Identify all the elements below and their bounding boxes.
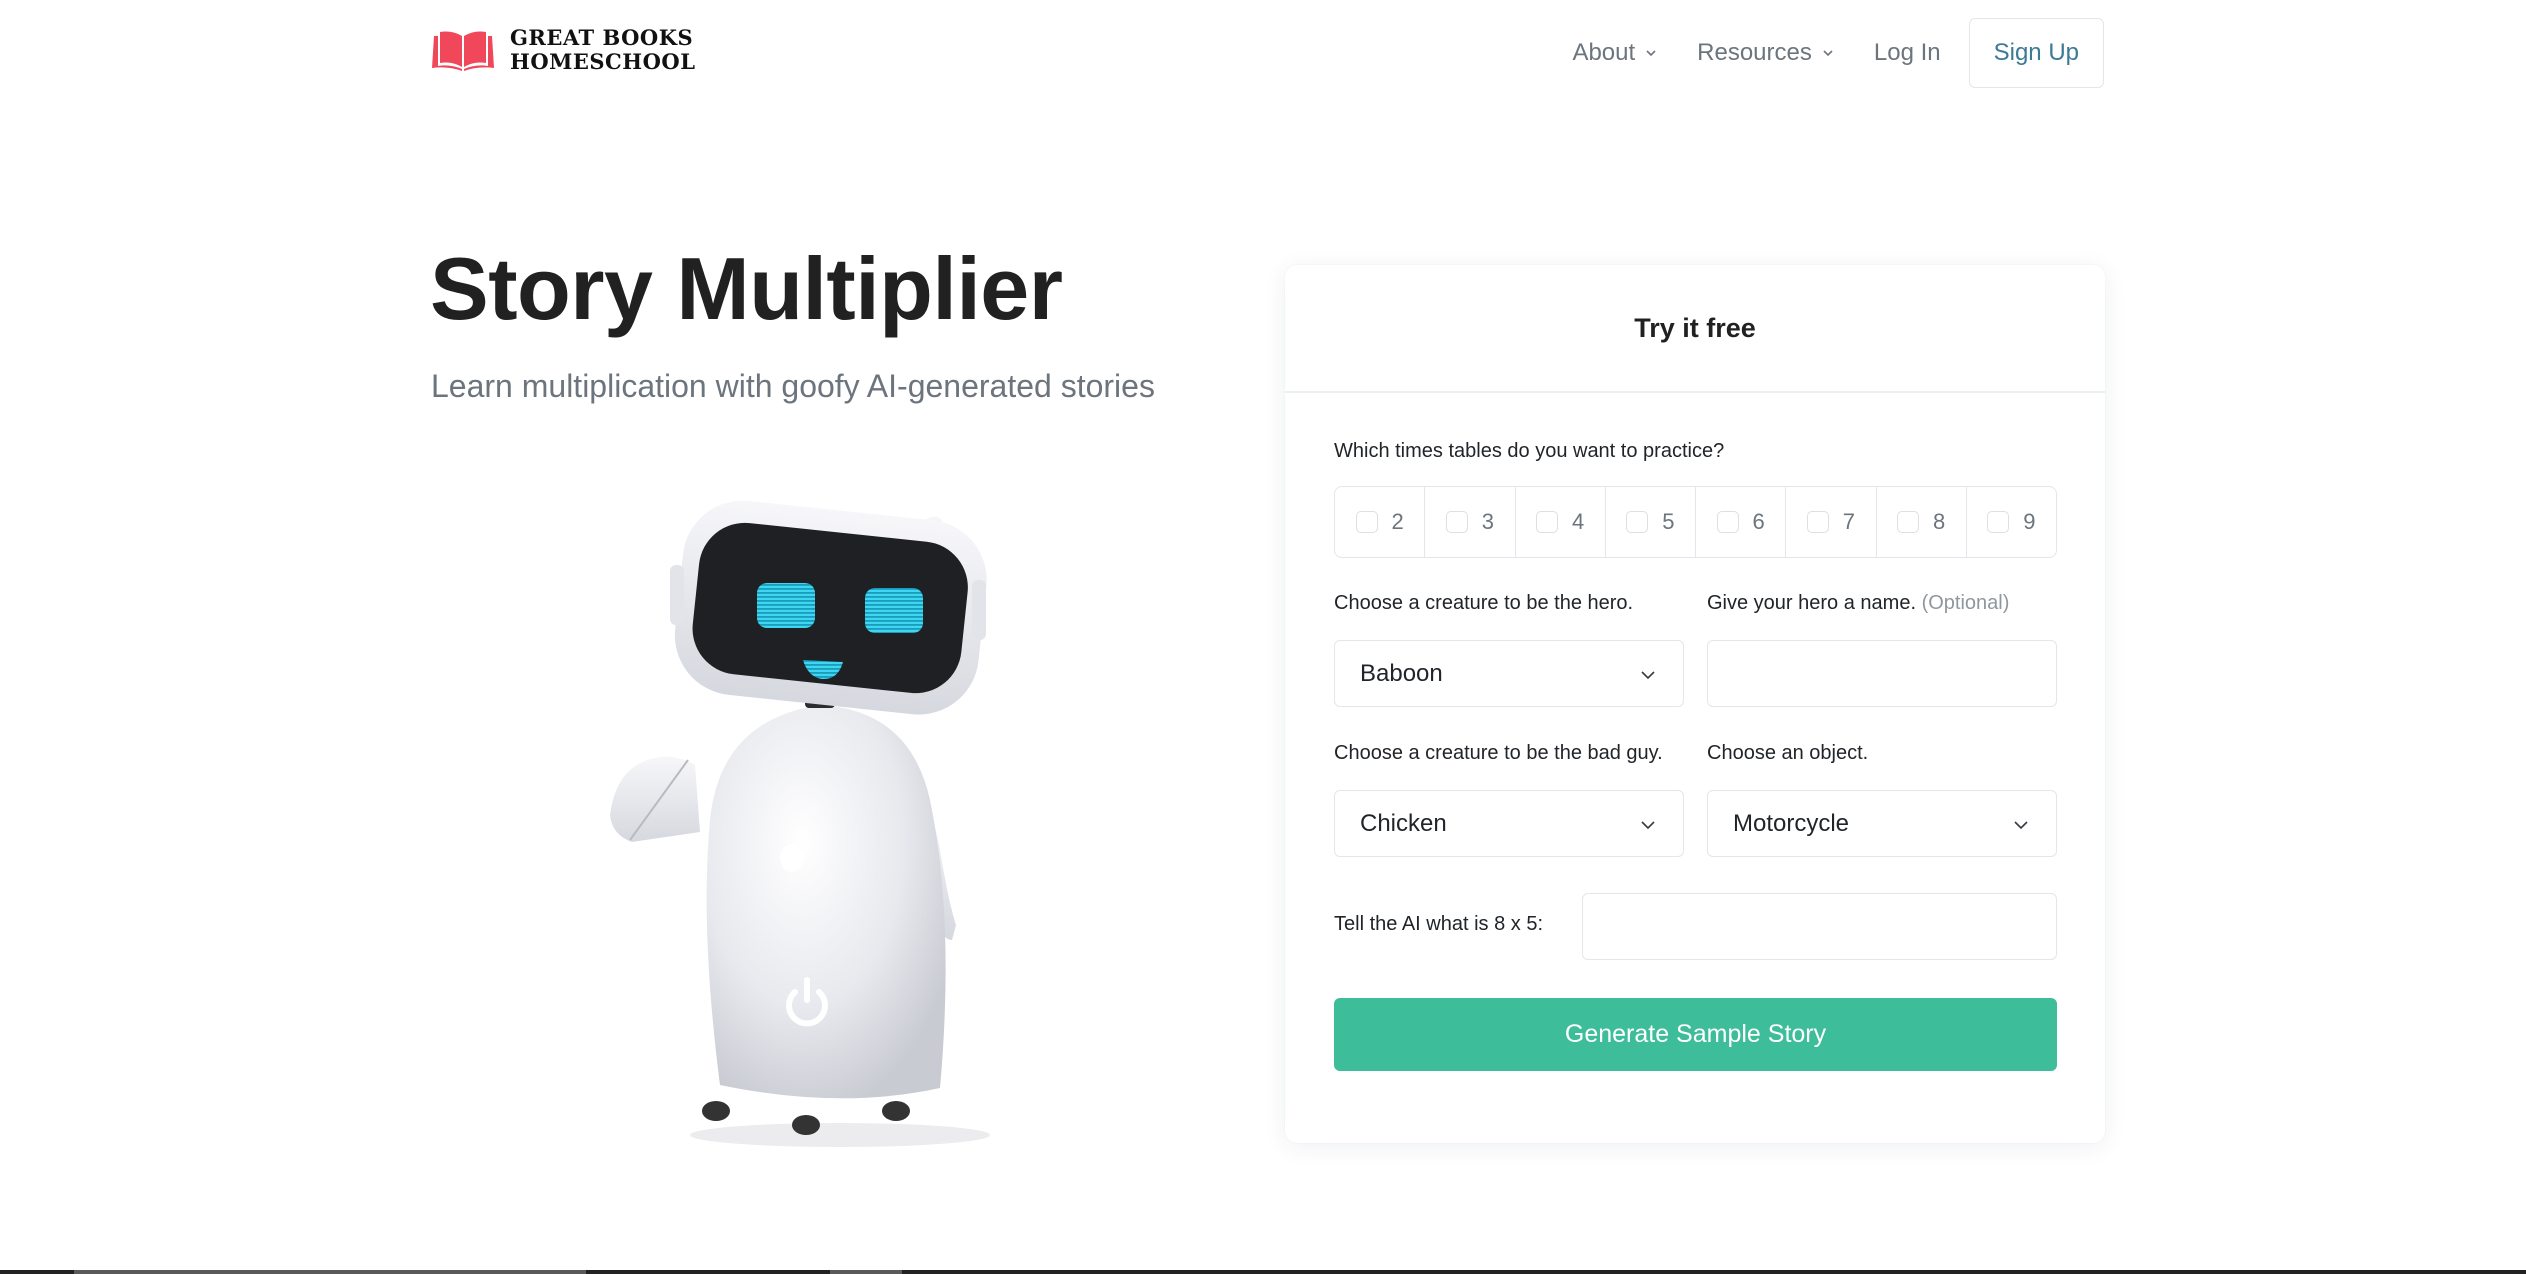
chevron-down-icon — [1641, 821, 1655, 830]
checkbox[interactable] — [1355, 511, 1378, 533]
hero-name-input[interactable] — [1707, 640, 2057, 707]
object-value: Motorcycle — [1733, 809, 1850, 837]
site-logo[interactable]: GREAT BOOKS HOMESCHOOL — [432, 26, 695, 74]
logo-text: GREAT BOOKS HOMESCHOOL — [510, 26, 695, 74]
chevron-down-icon — [1641, 671, 1655, 680]
hero-creature-select[interactable]: Baboon — [1334, 640, 1684, 707]
checkbox[interactable] — [1445, 511, 1468, 533]
object-label: Choose an object. — [1707, 742, 1869, 764]
bad-guy-select[interactable]: Chicken — [1334, 790, 1684, 857]
times-tables-label: Which times tables do you want to practi… — [1334, 440, 1725, 462]
logo-line-2: HOMESCHOOL — [510, 49, 696, 74]
times-table-option-7[interactable]: 7 — [1786, 487, 1877, 557]
bad-guy-label: Choose a creature to be the bad guy. — [1334, 742, 1663, 764]
times-table-option-9[interactable]: 9 — [1967, 487, 2056, 557]
times-table-option-2[interactable]: 2 — [1335, 487, 1426, 557]
checkbox[interactable] — [1897, 511, 1919, 533]
page-title: Story Multiplier — [430, 239, 1063, 338]
main-nav: About Resources Log In Sign Up — [1552, 18, 2104, 88]
card-header: Try it free — [1285, 265, 2105, 393]
times-table-option-4[interactable]: 4 — [1516, 487, 1606, 557]
checkbox[interactable] — [1716, 511, 1739, 533]
optional-hint: (Optional) — [1921, 592, 2010, 614]
nav-about-label: About — [1572, 39, 1636, 66]
nav-login[interactable]: Log In — [1854, 18, 1961, 88]
hero-name-label: Give your hero a name. (Optional) — [1707, 592, 2009, 615]
bottom-scrollbar — [0, 1270, 2526, 1274]
checkbox[interactable] — [1536, 511, 1558, 533]
site-header: GREAT BOOKS HOMESCHOOL About Resources L… — [0, 0, 2526, 105]
chevron-down-icon — [1823, 50, 1833, 57]
checkbox[interactable] — [1806, 511, 1829, 533]
option-label: 7 — [1842, 509, 1855, 534]
bad-guy-value: Chicken — [1360, 809, 1447, 837]
nav-resources[interactable]: Resources — [1677, 18, 1854, 88]
checkbox[interactable] — [1626, 511, 1649, 533]
nav-about[interactable]: About — [1552, 18, 1677, 88]
option-label: 3 — [1481, 509, 1494, 534]
nav-login-label: Log In — [1873, 39, 1941, 66]
times-table-option-8[interactable]: 8 — [1877, 487, 1967, 557]
hero-name-label-text: Give your hero a name. — [1707, 592, 1916, 614]
times-tables-group: 2 3 4 5 6 7 8 9 — [1334, 486, 2057, 558]
option-label: 2 — [1391, 509, 1404, 534]
captcha-label: Tell the AI what is 8 x 5: — [1334, 913, 1543, 935]
option-label: 9 — [2023, 509, 2036, 534]
scrollbar-segment — [74, 1270, 586, 1274]
chevron-down-icon — [1646, 50, 1656, 57]
hero-creature-label: Choose a creature to be the hero. — [1334, 592, 1634, 614]
scrollbar-segment — [830, 1270, 902, 1274]
open-book-icon — [432, 31, 494, 71]
times-table-option-6[interactable]: 6 — [1696, 487, 1787, 557]
signup-button[interactable]: Sign Up — [1968, 18, 2104, 88]
option-label: 4 — [1572, 509, 1585, 534]
logo-line-1: GREAT BOOKS — [510, 25, 694, 50]
generate-story-button[interactable]: Generate Sample Story — [1334, 998, 2057, 1071]
times-table-option-3[interactable]: 3 — [1425, 487, 1516, 557]
page-subtitle: Learn multiplication with goofy AI-gener… — [431, 368, 1155, 404]
chevron-down-icon — [2014, 821, 2028, 830]
object-select[interactable]: Motorcycle — [1707, 790, 2057, 857]
option-label: 6 — [1752, 509, 1765, 534]
robot-illustration — [610, 500, 990, 1147]
times-table-option-5[interactable]: 5 — [1606, 487, 1696, 557]
try-free-card: Try it free Which times tables do you wa… — [1285, 265, 2105, 1143]
checkbox[interactable] — [1987, 511, 2010, 533]
option-label: 8 — [1933, 509, 1946, 534]
option-label: 5 — [1662, 509, 1675, 534]
captcha-input[interactable] — [1582, 893, 2057, 960]
card-title: Try it free — [1634, 312, 1756, 343]
nav-resources-label: Resources — [1697, 39, 1812, 66]
hero-creature-value: Baboon — [1360, 659, 1443, 687]
